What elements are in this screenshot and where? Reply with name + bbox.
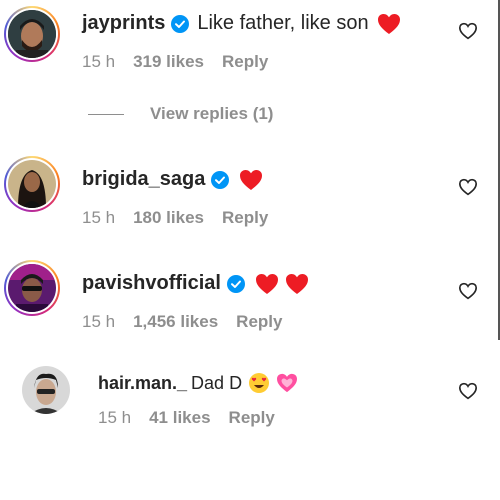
comment-item: brigida_saga 15 h 180 likes Reply <box>0 150 500 240</box>
verified-badge-icon <box>226 274 245 293</box>
view-replies-label: View replies (1) <box>150 104 274 123</box>
comment-item: pavishvofficial 15 h 1,456 likes Reply <box>0 254 500 344</box>
comment-username[interactable]: pavishvofficial <box>82 272 221 295</box>
red-heart-emoji <box>239 169 263 191</box>
verified-badge-icon <box>171 14 190 33</box>
comment-text: Like father, like son <box>197 12 369 34</box>
heart-eyes-emoji <box>248 372 270 394</box>
reply-button[interactable]: Reply <box>236 312 282 332</box>
comment-time: 15 h <box>98 408 132 427</box>
comment-likes[interactable]: 1,456 likes <box>133 312 218 332</box>
comment-text: Dad D <box>191 372 243 393</box>
divider <box>88 113 124 115</box>
heart-outline-icon[interactable] <box>458 282 478 300</box>
comment-likes[interactable]: 319 likes <box>133 52 204 72</box>
reply-button[interactable]: Reply <box>222 208 268 228</box>
comment-time: 15 h <box>82 208 116 227</box>
avatar[interactable] <box>4 156 60 212</box>
comment-likes[interactable]: 41 likes <box>149 408 210 428</box>
comment-username[interactable]: hair.man._ <box>98 373 187 394</box>
comment-username[interactable]: jayprints <box>82 12 165 35</box>
red-heart-emoji <box>255 273 279 295</box>
comment-time: 15 h <box>82 312 116 331</box>
reply-button[interactable]: Reply <box>222 52 268 72</box>
pink-heart-emoji <box>276 373 298 393</box>
avatar[interactable] <box>22 366 70 414</box>
heart-outline-icon[interactable] <box>458 22 478 40</box>
red-heart-emoji <box>285 273 309 295</box>
avatar[interactable] <box>4 260 60 316</box>
reply-button[interactable]: Reply <box>229 408 275 428</box>
avatar-image <box>8 10 56 58</box>
red-heart-emoji <box>377 13 401 35</box>
avatar-image <box>8 160 56 208</box>
comment-time: 15 h <box>82 52 116 71</box>
view-replies-button[interactable]: View replies (1) <box>88 104 273 124</box>
reply-comment-item: hair.man._ Dad D 15 h 41 likes Reply <box>0 360 500 460</box>
comment-username[interactable]: brigida_saga <box>82 168 205 191</box>
avatar[interactable] <box>4 6 60 62</box>
comment-item: jayprints Like father, like son 15 h 319… <box>0 0 500 90</box>
verified-badge-icon <box>211 170 230 189</box>
heart-outline-icon[interactable] <box>458 382 478 400</box>
avatar-image <box>8 264 56 312</box>
heart-outline-icon[interactable] <box>458 178 478 196</box>
comment-likes[interactable]: 180 likes <box>133 208 204 228</box>
